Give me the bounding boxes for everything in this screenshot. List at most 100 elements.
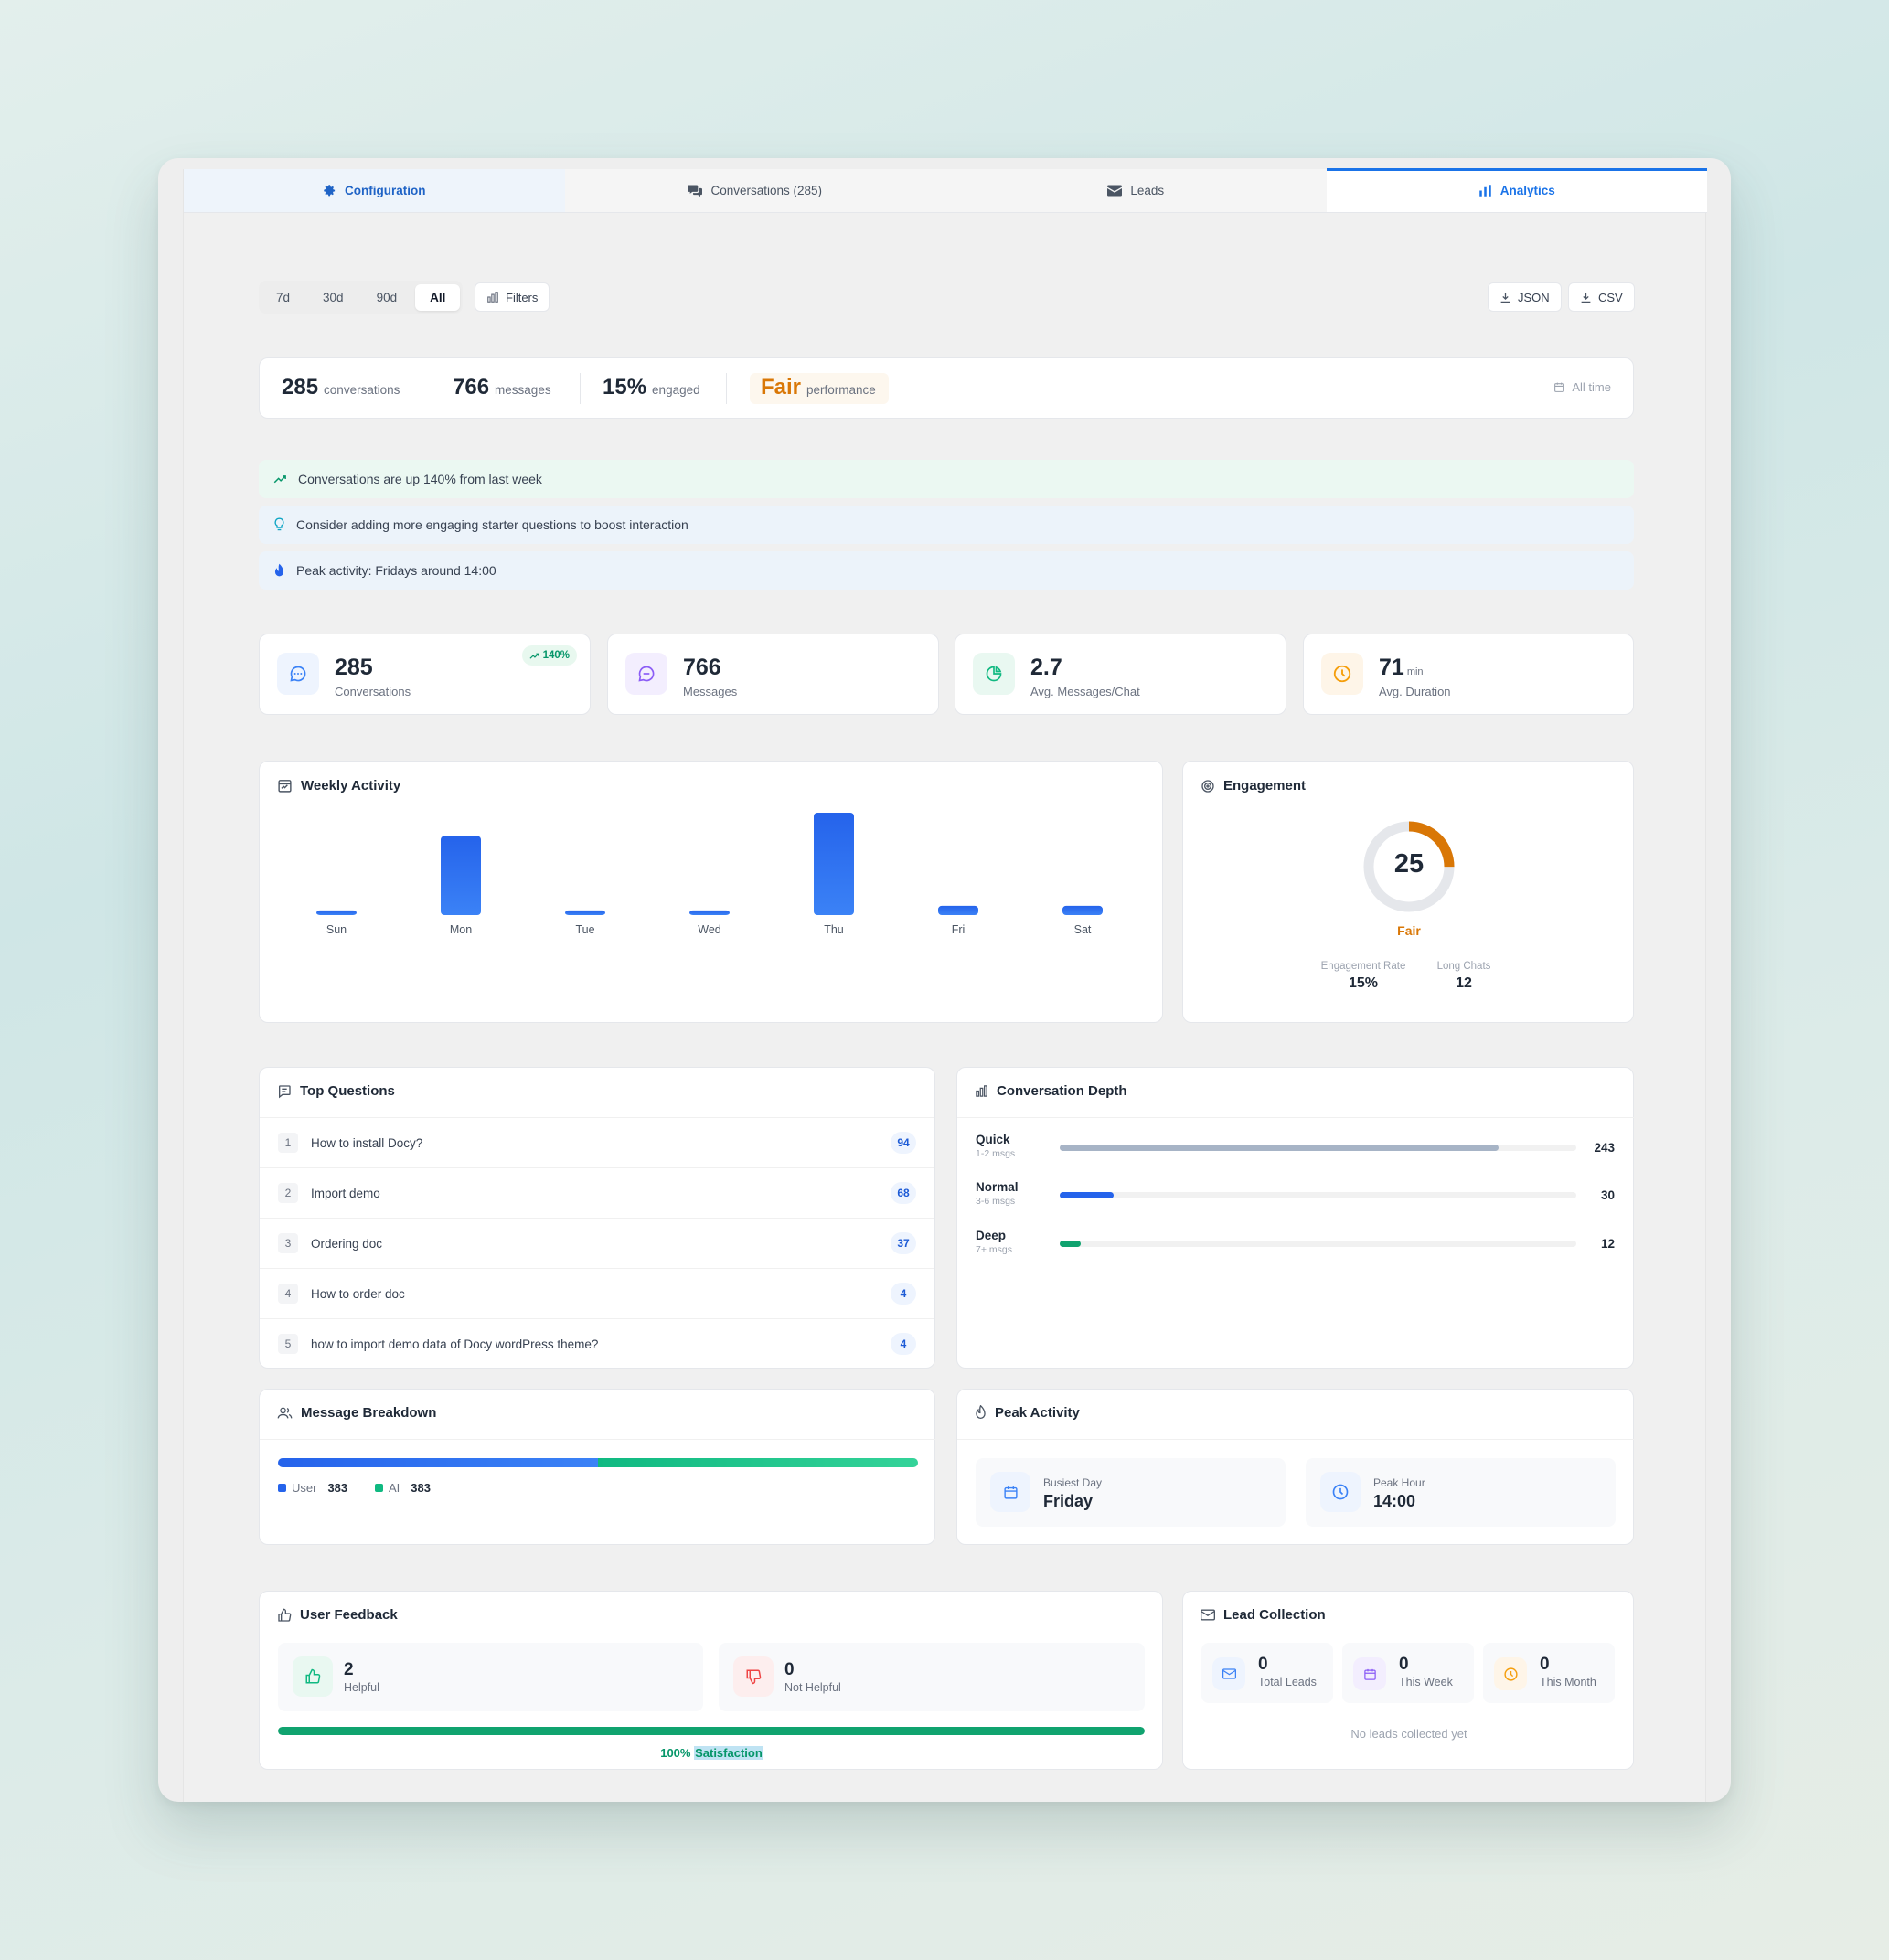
satisfaction-text: 100% Satisfaction <box>660 1746 763 1760</box>
peak-hour-tile: Peak Hour 14:00 <box>1306 1458 1616 1527</box>
x-tick-label: Fri <box>952 923 966 936</box>
bar-wed <box>689 910 730 915</box>
tab-bar: Configuration Conversations (285) Leads … <box>184 168 1707 213</box>
clock-icon <box>1494 1657 1527 1690</box>
ai-segment <box>598 1458 918 1467</box>
weekly-activity-card: Weekly Activity Sun Mon Tue Wed Thu Fri Sat <box>259 761 1163 1023</box>
legend-user: User 383 <box>278 1481 347 1495</box>
stat-label: Avg. Messages/Chat <box>1030 685 1140 698</box>
leads-empty-state: No leads collected yet <box>1350 1727 1467 1741</box>
stat-unit: min <box>1406 666 1424 677</box>
stat-value: 2.7 <box>1030 655 1062 680</box>
bar-thu <box>814 813 854 915</box>
peak-activity-title: Peak Activity <box>975 1405 1080 1421</box>
message-square-icon <box>279 1084 291 1098</box>
divider <box>957 1117 1635 1118</box>
filters-label: Filters <box>506 290 539 304</box>
lightbulb-icon <box>274 517 284 531</box>
users-icon <box>277 1407 293 1419</box>
legend-swatch <box>278 1484 286 1492</box>
helpful-tile: 2 Helpful <box>278 1643 703 1711</box>
export-json-button[interactable]: JSON <box>1488 282 1562 312</box>
engagement-rate: Engagement Rate 15% <box>1320 961 1406 991</box>
export-csv-button[interactable]: CSV <box>1568 282 1635 312</box>
bars-icon <box>976 1085 987 1097</box>
summary-engaged: 15% engaged <box>603 375 700 399</box>
engagement-card: Engagement 25 Fair Engagement Rate 15% L… <box>1182 761 1634 1023</box>
bar-chart-icon <box>1478 185 1491 197</box>
divider <box>957 1439 1635 1440</box>
summary-messages: 766 messages <box>453 375 551 399</box>
download-icon <box>1500 293 1510 303</box>
bar-sun <box>316 910 357 915</box>
thumbs-down-icon <box>733 1656 774 1697</box>
total-leads-tile: 0 Total Leads <box>1201 1643 1333 1703</box>
analytics-window: Configuration Conversations (285) Leads … <box>158 158 1731 1802</box>
trend-badge: 140% <box>521 645 577 666</box>
tab-configuration[interactable]: Configuration <box>184 169 565 212</box>
stat-value: 766 <box>683 655 721 680</box>
range-30d[interactable]: 30d <box>308 284 358 311</box>
range-90d[interactable]: 90d <box>362 284 412 311</box>
depth-deep-label: Deep 7+ msgs <box>976 1229 1012 1255</box>
divider <box>726 373 727 404</box>
helpful-label: Helpful <box>344 1681 379 1694</box>
question-row[interactable]: 3 Ordering doc 37 <box>260 1218 934 1268</box>
question-row[interactable]: 2 Import demo 68 <box>260 1167 934 1218</box>
depth-deep-bar <box>1060 1241 1081 1247</box>
bar-tue <box>565 910 605 915</box>
depth-normal-track <box>1060 1192 1576 1198</box>
filter-bars-icon <box>487 292 498 303</box>
depth-quick-track <box>1060 1145 1576 1151</box>
not-helpful-count: 0 <box>784 1660 795 1679</box>
stat-card-avg-messages: 2.7 Avg. Messages/Chat <box>955 634 1286 715</box>
tab-configuration-label: Configuration <box>345 184 426 197</box>
calendar-icon <box>1554 382 1565 392</box>
target-icon <box>1201 779 1214 793</box>
range-7d[interactable]: 7d <box>261 284 304 311</box>
depth-deep-track <box>1060 1241 1576 1247</box>
not-helpful-tile: 0 Not Helpful <box>719 1643 1145 1711</box>
x-tick-label: Thu <box>824 923 844 936</box>
filters-button[interactable]: Filters <box>475 282 550 312</box>
lead-collection-title: Lead Collection <box>1201 1607 1326 1623</box>
download-icon <box>1581 293 1591 303</box>
this-week-tile: 0 This Week <box>1342 1643 1474 1703</box>
tab-conversations[interactable]: Conversations (285) <box>565 169 946 212</box>
bar-sat <box>1062 905 1103 915</box>
trending-up-icon <box>529 653 539 659</box>
tab-analytics[interactable]: Analytics <box>1326 168 1707 212</box>
stat-label: Avg. Duration <box>1379 685 1451 698</box>
question-row[interactable]: 4 How to order doc 4 <box>260 1268 934 1318</box>
clock-icon <box>1320 1472 1361 1512</box>
helpful-count: 2 <box>344 1660 354 1679</box>
tab-leads-label: Leads <box>1130 184 1165 197</box>
trending-up-icon <box>273 475 286 484</box>
depth-quick-bar <box>1060 1145 1499 1151</box>
depth-normal-bar <box>1060 1192 1115 1198</box>
divider <box>260 1439 936 1440</box>
message-icon <box>625 653 667 695</box>
question-row[interactable]: 5 how to import demo data of Docy wordPr… <box>260 1318 934 1368</box>
not-helpful-label: Not Helpful <box>784 1681 841 1694</box>
insight-trend: Conversations are up 140% from last week <box>259 460 1634 498</box>
x-tick-label: Sun <box>326 923 347 936</box>
depth-normal-label: Normal 3-6 msgs <box>976 1180 1019 1207</box>
lead-collection-card: Lead Collection 0 Total Leads 0 This Wee… <box>1182 1591 1634 1770</box>
user-feedback-card: User Feedback 2 Helpful 0 Not Helpful 10… <box>259 1591 1163 1770</box>
this-month-tile: 0 This Month <box>1483 1643 1615 1703</box>
stat-label: Conversations <box>335 685 411 698</box>
x-tick-label: Wed <box>698 923 721 936</box>
calendar-week-icon <box>1353 1657 1386 1690</box>
tab-leads[interactable]: Leads <box>945 169 1327 212</box>
stat-label: Messages <box>683 685 738 698</box>
long-chats: Long Chats 12 <box>1436 961 1491 991</box>
stat-card-avg-duration: 71 min Avg. Duration <box>1303 634 1634 715</box>
legend-swatch <box>375 1484 383 1492</box>
engagement-title: Engagement <box>1201 778 1306 794</box>
question-row[interactable]: 1 How to install Docy? 94 <box>260 1117 934 1167</box>
summary-strip: 285 conversations 766 messages 15% engaged … <box>259 357 1634 419</box>
range-all[interactable]: All <box>415 283 461 311</box>
tab-conversations-label: Conversations (285) <box>710 184 823 197</box>
busiest-day-value: Friday <box>1043 1492 1094 1510</box>
